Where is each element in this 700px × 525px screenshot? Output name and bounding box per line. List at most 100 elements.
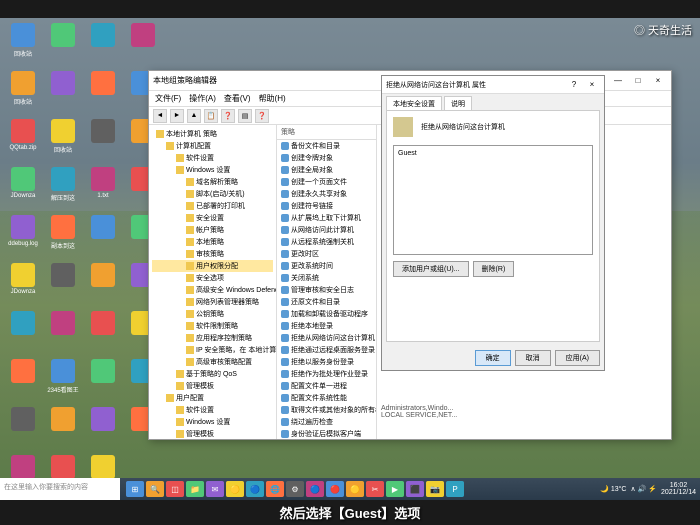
policy-item[interactable]: 更改系统时间 bbox=[277, 260, 376, 272]
tree-node[interactable]: 审核策略 bbox=[152, 248, 273, 260]
taskbar-item[interactable]: ✉ bbox=[206, 481, 224, 497]
desktop-icon[interactable] bbox=[85, 23, 121, 65]
policy-item[interactable]: 绕过遍历检查 bbox=[277, 416, 376, 428]
tree-node[interactable]: 帐户策略 bbox=[152, 224, 273, 236]
dialog-titlebar[interactable]: 拒绝从网络访问这台计算机 属性 ? × bbox=[382, 76, 604, 94]
desktop-icon[interactable]: 副本到这 bbox=[45, 215, 81, 257]
policy-item[interactable]: 更改时区 bbox=[277, 248, 376, 260]
tree-node[interactable]: 已部署的打印机 bbox=[152, 200, 273, 212]
desktop-icon[interactable]: 回收站 bbox=[5, 71, 41, 113]
taskbar-item[interactable]: 📁 bbox=[186, 481, 204, 497]
desktop-icon[interactable]: 回收站 bbox=[45, 119, 81, 161]
desktop-icon[interactable] bbox=[85, 311, 121, 353]
policy-item[interactable]: 拒绝以服务身份登录 bbox=[277, 356, 376, 368]
policy-item[interactable]: 创建全局对象 bbox=[277, 164, 376, 176]
tree-node[interactable]: Windows 设置 bbox=[152, 416, 273, 428]
desktop-icon[interactable]: ddebug.log bbox=[5, 215, 41, 257]
taskbar-item[interactable]: 🌐 bbox=[266, 481, 284, 497]
cancel-button[interactable]: 取消 bbox=[515, 350, 551, 366]
minimize-button[interactable]: — bbox=[609, 74, 627, 88]
tab-local-security[interactable]: 本地安全设置 bbox=[386, 96, 442, 110]
desktop-icon[interactable] bbox=[5, 311, 41, 353]
taskbar-item[interactable]: 🔵 bbox=[246, 481, 264, 497]
policy-item[interactable]: 备份文件和目录 bbox=[277, 140, 376, 152]
desktop-icon[interactable] bbox=[5, 407, 41, 449]
toolbar-button[interactable]: ◄ bbox=[153, 109, 167, 123]
desktop-icon[interactable]: QQtab.zip bbox=[5, 119, 41, 161]
policy-item[interactable]: 关闭系统 bbox=[277, 272, 376, 284]
policy-item[interactable]: 从远程系统强制关机 bbox=[277, 236, 376, 248]
policy-item[interactable]: 拒绝本地登录 bbox=[277, 320, 376, 332]
policy-item[interactable]: 创建一个页面文件 bbox=[277, 176, 376, 188]
clock-date[interactable]: 2021/12/14 bbox=[661, 489, 696, 496]
policy-item[interactable]: 拒绝从网络访问这台计算机 bbox=[277, 332, 376, 344]
tree-node[interactable]: 安全设置 bbox=[152, 212, 273, 224]
taskbar-item[interactable]: 🟡 bbox=[346, 481, 364, 497]
taskbar-item[interactable]: ◫ bbox=[166, 481, 184, 497]
menu-item[interactable]: 查看(V) bbox=[224, 93, 251, 104]
taskbar-item[interactable]: ✂ bbox=[366, 481, 384, 497]
tree-node[interactable]: 计算机配置 bbox=[152, 140, 273, 152]
policy-item[interactable]: 配置文件单一进程 bbox=[277, 380, 376, 392]
toolbar-button[interactable]: 📋 bbox=[204, 109, 218, 123]
menu-item[interactable]: 帮助(H) bbox=[259, 93, 286, 104]
ok-button[interactable]: 确定 bbox=[475, 350, 511, 366]
policy-item[interactable]: 还原文件和目录 bbox=[277, 296, 376, 308]
tree-node[interactable]: 本地策略 bbox=[152, 236, 273, 248]
tree-node[interactable]: 高级安全 Windows Defender 防火墙 bbox=[152, 284, 273, 296]
taskbar-item[interactable]: ⬛ bbox=[406, 481, 424, 497]
tree-node[interactable]: 用户权限分配 bbox=[152, 260, 273, 272]
dialog-close-button[interactable]: × bbox=[584, 79, 600, 91]
desktop-icon[interactable] bbox=[45, 407, 81, 449]
remove-button[interactable]: 删除(R) bbox=[473, 261, 515, 277]
tree-node[interactable]: 软件限制策略 bbox=[152, 320, 273, 332]
taskbar-item[interactable]: ⊞ bbox=[126, 481, 144, 497]
policy-item[interactable]: 从网络访问此计算机 bbox=[277, 224, 376, 236]
tree-node[interactable]: 安全选项 bbox=[152, 272, 273, 284]
tree-node[interactable]: 脚本(启动/关机) bbox=[152, 188, 273, 200]
desktop-icon[interactable]: JDownza bbox=[5, 167, 41, 209]
desktop-icon[interactable] bbox=[85, 263, 121, 305]
taskbar-item[interactable]: ▶ bbox=[386, 481, 404, 497]
tab-explain[interactable]: 说明 bbox=[444, 96, 472, 110]
desktop-icon[interactable]: 回收站 bbox=[5, 23, 41, 65]
taskbar-item[interactable]: 🔍 bbox=[146, 481, 164, 497]
tree-node[interactable]: 软件设置 bbox=[152, 404, 273, 416]
taskbar-item[interactable]: ⚙ bbox=[286, 481, 304, 497]
add-user-button[interactable]: 添加用户或组(U)... bbox=[393, 261, 469, 277]
taskbar-item[interactable]: 📷 bbox=[426, 481, 444, 497]
desktop-icon[interactable]: JDownza bbox=[5, 263, 41, 305]
tree-pane[interactable]: 本地计算机 策略计算机配置软件设置Windows 设置域名解析策略脚本(启动/关… bbox=[149, 125, 277, 439]
close-button[interactable]: × bbox=[649, 74, 667, 88]
toolbar-button[interactable]: ▲ bbox=[187, 109, 201, 123]
weather-widget[interactable]: 🌙 13°C bbox=[600, 485, 626, 493]
taskbar-item[interactable]: 🔴 bbox=[326, 481, 344, 497]
clock-time[interactable]: 16:02 bbox=[661, 482, 696, 489]
tree-node[interactable]: Windows 设置 bbox=[152, 164, 273, 176]
desktop-icon[interactable]: 1.txt bbox=[85, 167, 121, 209]
toolbar-button[interactable]: ❓ bbox=[255, 109, 269, 123]
desktop-icon[interactable] bbox=[45, 263, 81, 305]
desktop-icon[interactable] bbox=[5, 359, 41, 401]
tree-node[interactable]: 网络列表管理器策略 bbox=[152, 296, 273, 308]
tree-node[interactable]: 本地计算机 策略 bbox=[152, 128, 273, 140]
desktop-icon[interactable] bbox=[125, 23, 161, 65]
tree-node[interactable]: 高级审核策略配置 bbox=[152, 356, 273, 368]
policy-item[interactable]: 从扩展坞上取下计算机 bbox=[277, 212, 376, 224]
taskbar-item[interactable]: 🔵 bbox=[306, 481, 324, 497]
desktop-icon[interactable]: 解压到这 bbox=[45, 167, 81, 209]
policy-item[interactable]: 管理审核和安全日志 bbox=[277, 284, 376, 296]
apply-button[interactable]: 应用(A) bbox=[555, 350, 600, 366]
users-listbox[interactable]: Guest bbox=[393, 145, 593, 255]
tree-node[interactable]: 应用程序控制策略 bbox=[152, 332, 273, 344]
desktop-icon[interactable] bbox=[45, 23, 81, 65]
policy-item[interactable]: 拒绝作为批处理作业登录 bbox=[277, 368, 376, 380]
desktop-icon[interactable] bbox=[85, 359, 121, 401]
tree-node[interactable]: 软件设置 bbox=[152, 152, 273, 164]
policy-item[interactable]: 取得文件或其他对象的所有权 bbox=[277, 404, 376, 416]
tree-node[interactable]: 公钥策略 bbox=[152, 308, 273, 320]
policy-item[interactable]: 创建令牌对象 bbox=[277, 152, 376, 164]
system-tray[interactable]: 🌙 13°C ∧ 🔊 ⚡ 16:02 2021/12/14 bbox=[600, 482, 696, 496]
toolbar-button[interactable]: ❓ bbox=[221, 109, 235, 123]
desktop-icon[interactable]: 2345看图王 bbox=[45, 359, 81, 401]
